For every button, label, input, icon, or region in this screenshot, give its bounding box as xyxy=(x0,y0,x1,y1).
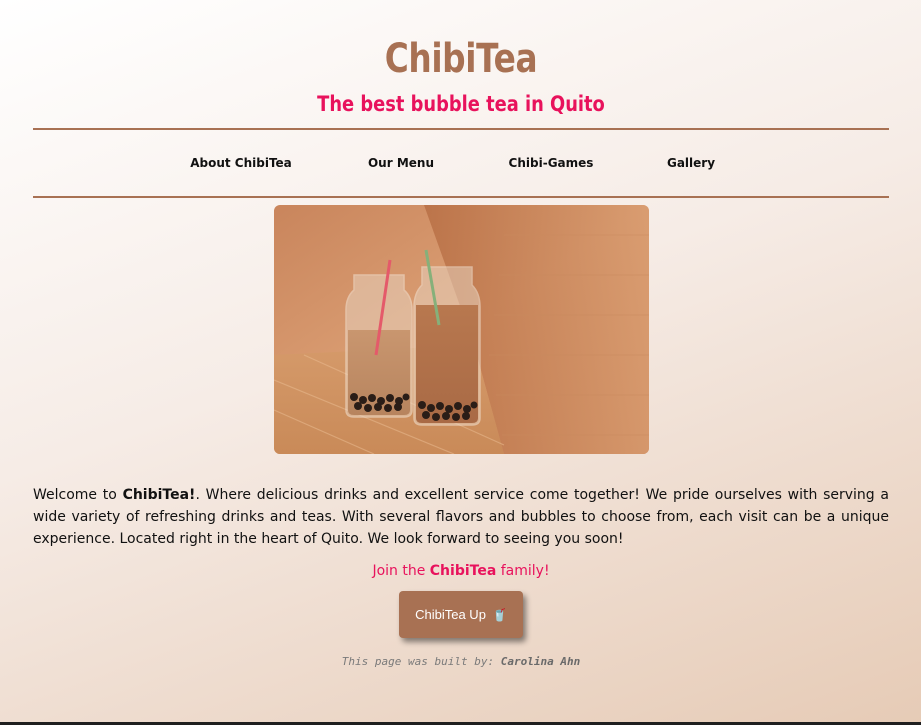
cup-icon: 🥤 xyxy=(491,608,507,622)
join-prefix: Join the xyxy=(372,563,430,579)
join-text: Join the ChibiTea family! xyxy=(33,563,889,579)
page: ChibiTea The best bubble tea in Quito Ab… xyxy=(32,0,889,668)
nav-menu[interactable]: Our Menu xyxy=(321,156,481,170)
hero-image-bubble-tea xyxy=(273,205,649,454)
divider-bottom xyxy=(33,196,889,198)
main-nav: About ChibiTea Our Menu Chibi-Games Gall… xyxy=(33,130,889,196)
footer-author: Carolina Ahn xyxy=(500,655,581,668)
chibitea-up-button[interactable]: ChibiTea Up 🥤 xyxy=(399,591,523,638)
site-tagline: The best bubble tea in Quito xyxy=(317,92,605,116)
join-brand: ChibiTea xyxy=(429,563,497,579)
cta-row: ChibiTea Up 🥤 xyxy=(33,591,889,638)
nav-about[interactable]: About ChibiTea xyxy=(161,156,321,170)
nav-gallery[interactable]: Gallery xyxy=(621,156,761,170)
cta-label: ChibiTea Up xyxy=(415,607,486,622)
intro-prefix: Welcome to xyxy=(33,487,123,503)
page-footer: This page was built by: Carolina Ahn xyxy=(33,655,889,668)
intro-paragraph: Welcome to ChibiTea!. Where delicious dr… xyxy=(33,484,889,550)
site-header: ChibiTea The best bubble tea in Quito xyxy=(33,0,889,118)
site-title: ChibiTea xyxy=(384,36,538,82)
footer-prefix: This page was built by: xyxy=(341,655,501,668)
intro-brand: ChibiTea! xyxy=(122,487,196,503)
join-suffix: family! xyxy=(496,563,550,579)
nav-games[interactable]: Chibi-Games xyxy=(481,156,621,170)
